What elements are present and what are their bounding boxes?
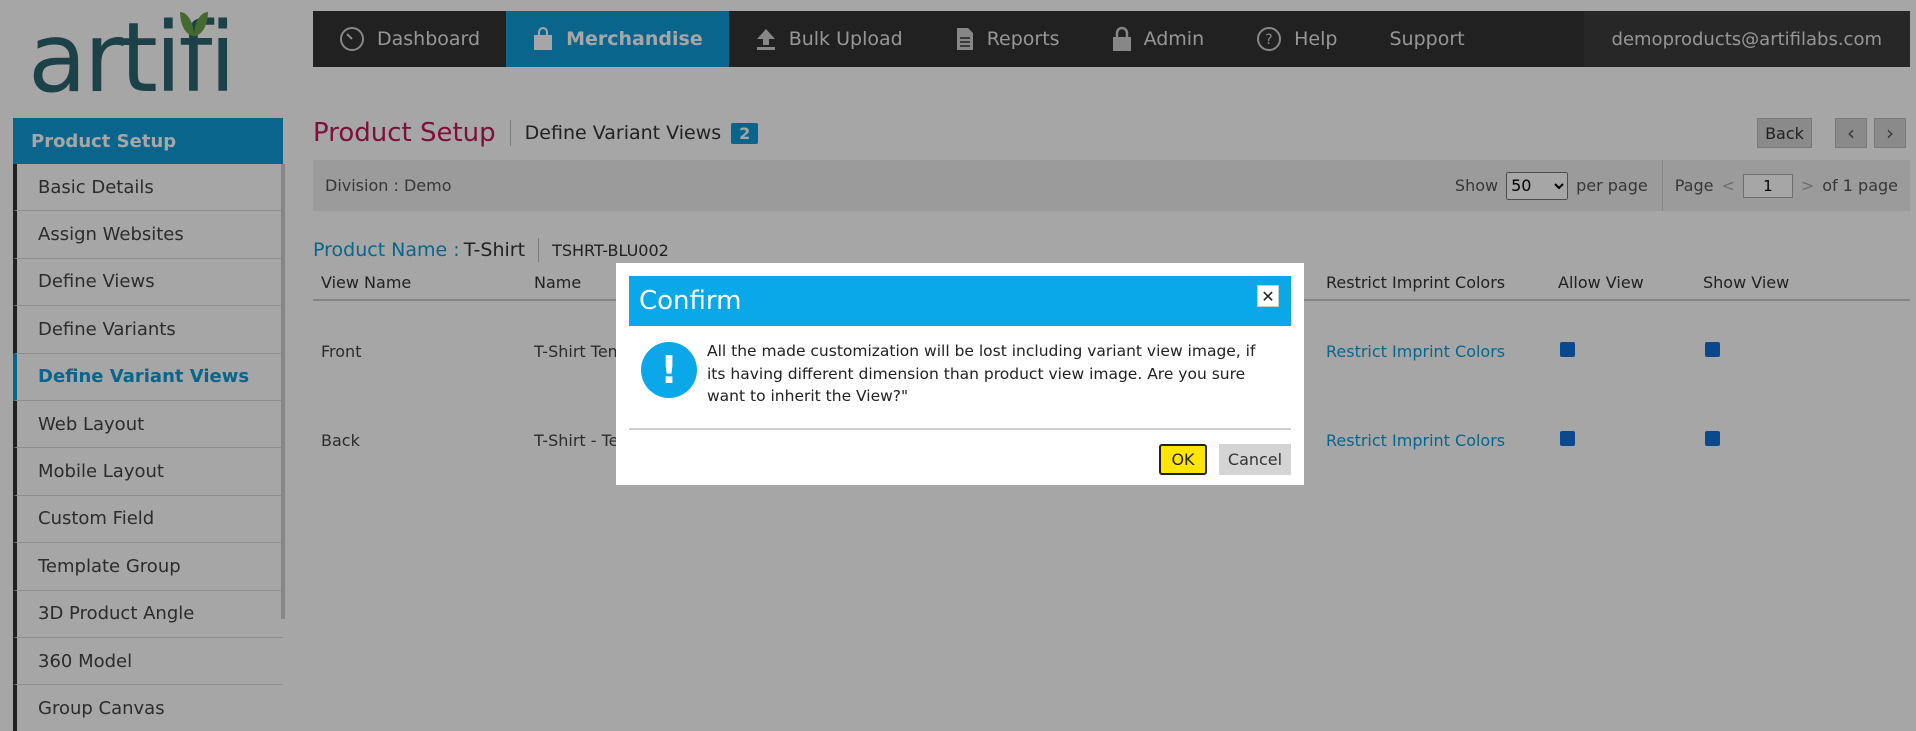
exclamation-icon: ! [641, 342, 697, 398]
dialog-body: ! All the made customization will be los… [629, 326, 1291, 428]
confirm-dialog: Confirm ✕ ! All the made customization w… [616, 263, 1304, 485]
close-button[interactable]: ✕ [1257, 285, 1279, 307]
dialog-title: Confirm [639, 286, 742, 316]
cancel-button[interactable]: Cancel [1219, 444, 1291, 475]
dialog-header: Confirm [629, 276, 1291, 326]
close-icon: ✕ [1261, 286, 1275, 306]
dialog-message: All the made customization will be lost … [707, 342, 1256, 405]
dialog-actions: OK Cancel [1159, 444, 1291, 475]
ok-button[interactable]: OK [1159, 444, 1207, 475]
dialog-divider [629, 428, 1291, 430]
